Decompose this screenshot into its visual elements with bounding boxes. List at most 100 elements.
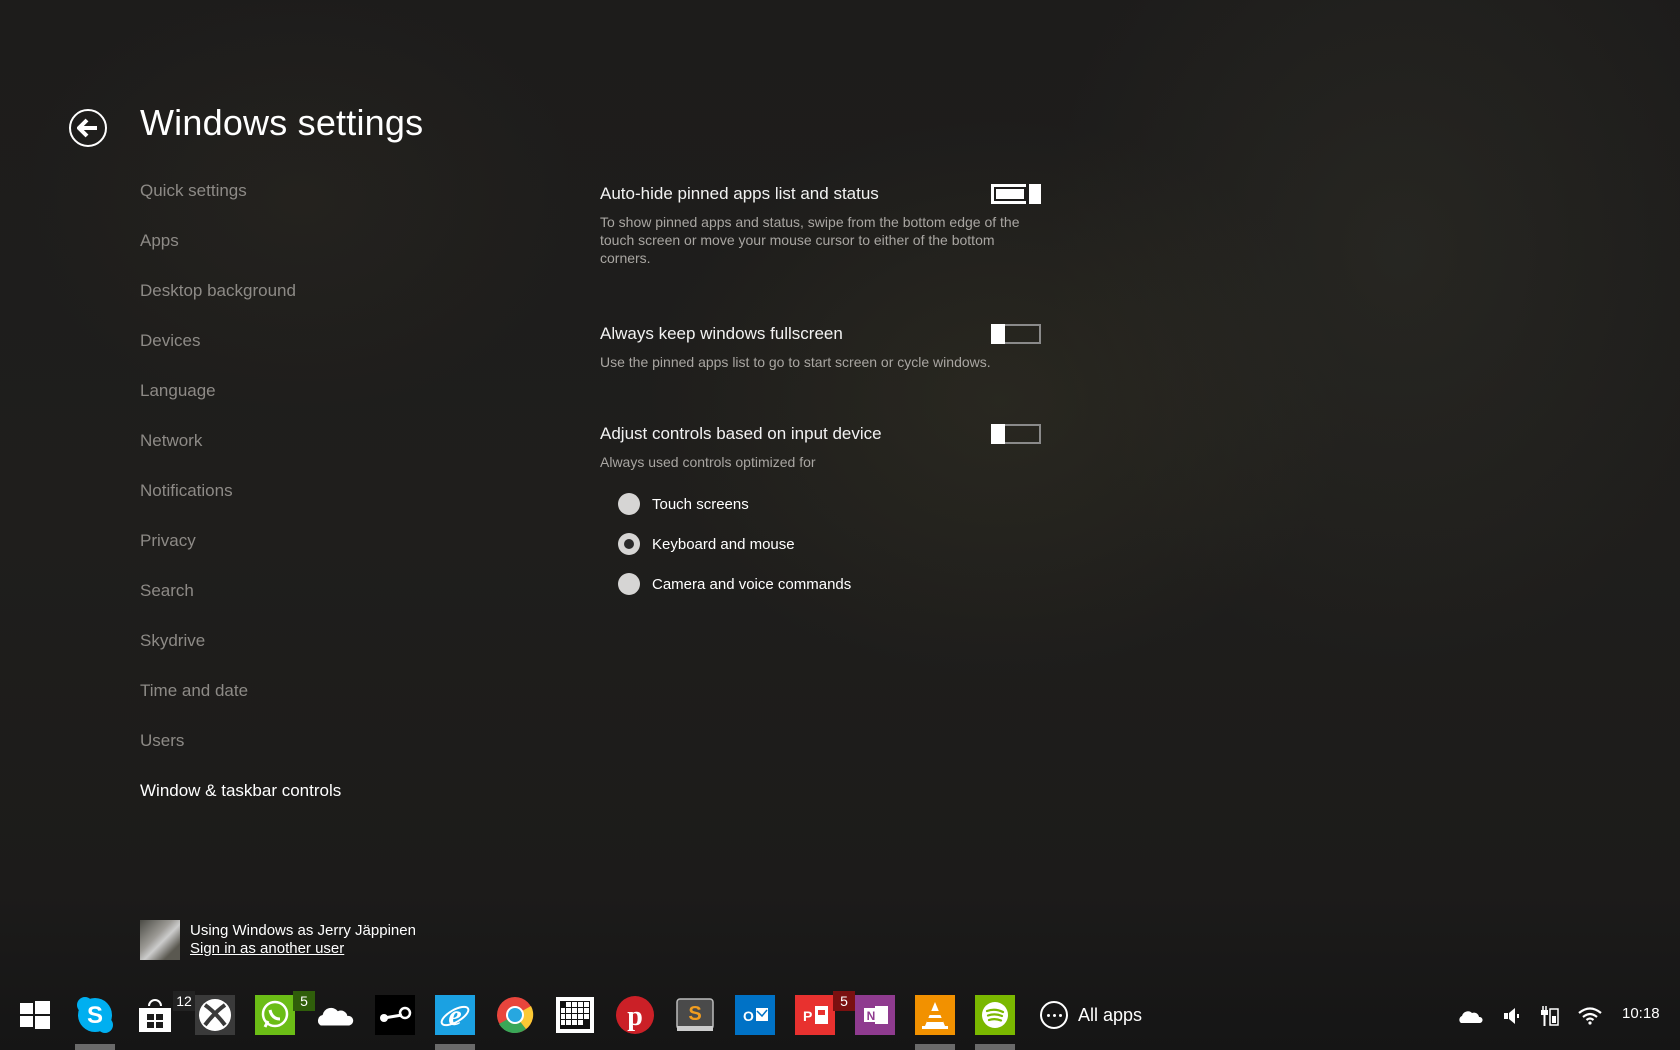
taskbar-app-chrome[interactable] <box>495 995 535 1035</box>
windows-logo-icon <box>20 1001 50 1029</box>
radio-label: Touch screens <box>652 495 749 513</box>
svg-text:P: P <box>803 1008 812 1024</box>
svg-text:S: S <box>87 1002 103 1029</box>
battery-charging-icon <box>1541 1006 1559 1026</box>
setting-description: Always used controls optimized for <box>600 454 816 470</box>
setting-label: Always keep windows fullscreen <box>600 324 843 343</box>
svg-text:O: O <box>743 1008 754 1024</box>
tray-battery[interactable] <box>1539 1001 1561 1031</box>
svg-text:N: N <box>867 1009 876 1023</box>
tray-onedrive[interactable] <box>1456 1001 1484 1031</box>
outlook-icon: O <box>743 1008 768 1024</box>
taskbar-app-skype[interactable]: S <box>75 995 115 1035</box>
taskbar-app-sublime-text[interactable]: S <box>675 995 715 1035</box>
running-indicator <box>915 1044 955 1050</box>
spotify-icon <box>982 1002 1008 1028</box>
calendar-icon <box>556 997 594 1033</box>
onenote-icon: N <box>864 1006 888 1024</box>
page-title: Windows settings <box>140 102 424 143</box>
nav-item-search[interactable]: Search <box>140 581 341 631</box>
notification-badge: 12 <box>173 991 195 1011</box>
taskbar-app-whatsapp[interactable]: 5 <box>255 991 315 1035</box>
steam-icon <box>380 1006 412 1022</box>
chrome-icon <box>497 997 534 1034</box>
tray-wifi[interactable] <box>1577 1001 1603 1031</box>
radio-button[interactable] <box>618 533 640 555</box>
sign-in-another-user-link[interactable]: Sign in as another user <box>190 940 344 957</box>
radio-keyboard-mouse[interactable]: Keyboard and mouse <box>618 533 795 555</box>
volume-icon <box>1504 1008 1519 1024</box>
adjust-controls-toggle[interactable] <box>991 424 1041 444</box>
taskbar-app-onenote[interactable]: N <box>855 995 895 1035</box>
taskbar-app-xbox[interactable] <box>195 995 235 1035</box>
running-indicator <box>975 1044 1015 1050</box>
wifi-icon <box>1578 1007 1602 1025</box>
taskbar-app-vlc[interactable] <box>915 995 955 1035</box>
vlc-icon <box>922 1002 948 1029</box>
pinterest-icon: p <box>616 996 654 1034</box>
radio-label: Keyboard and mouse <box>652 535 795 553</box>
setting-auto-hide: Auto-hide pinned apps list and status To… <box>600 184 1041 267</box>
user-panel: Using Windows as Jerry Jäppinen Sign in … <box>140 920 416 960</box>
taskbar-app-onedrive[interactable] <box>315 995 355 1035</box>
cloud-icon <box>1459 1011 1483 1023</box>
all-apps-label: All apps <box>1078 1004 1143 1025</box>
user-status: Using Windows as Jerry Jäppinen <box>190 922 416 939</box>
notification-badge: 5 <box>833 991 855 1011</box>
auto-hide-toggle[interactable] <box>991 184 1041 204</box>
sublime-icon: S <box>676 998 714 1031</box>
xbox-icon <box>199 999 231 1031</box>
taskbar-app-internet-explorer[interactable]: e <box>435 995 475 1035</box>
powerpoint-icon: P <box>803 1006 828 1024</box>
svg-text:S: S <box>688 1003 701 1025</box>
taskbar-app-calendar[interactable] <box>555 995 595 1035</box>
nav-item-window-taskbar-controls[interactable]: Window & taskbar controls <box>140 781 341 831</box>
taskbar-app-store[interactable]: 12 <box>135 991 195 1035</box>
setting-description: To show pinned apps and status, swipe fr… <box>600 214 1020 266</box>
nav-item-quick-settings[interactable]: Quick settings <box>140 181 341 231</box>
skype-icon: S <box>77 997 113 1033</box>
svg-text:p: p <box>627 1001 643 1032</box>
taskbar-app-steam[interactable] <box>375 995 415 1035</box>
taskbar-app-outlook[interactable]: O <box>735 995 775 1035</box>
back-button[interactable] <box>69 109 107 147</box>
taskbar-app-spotify[interactable] <box>975 995 1015 1035</box>
radio-button[interactable] <box>618 493 640 515</box>
radio-touch-screens[interactable]: Touch screens <box>618 493 749 515</box>
running-indicator <box>75 1044 115 1050</box>
nav-item-skydrive[interactable]: Skydrive <box>140 631 341 681</box>
setting-fullscreen: Always keep windows fullscreen Use the p… <box>600 324 1041 371</box>
taskbar-app-pinterest[interactable]: p <box>615 995 655 1035</box>
ie-icon: e <box>440 999 470 1031</box>
tray-volume[interactable] <box>1502 1001 1522 1031</box>
nav-item-privacy[interactable]: Privacy <box>140 531 341 581</box>
svg-text:e: e <box>448 999 461 1031</box>
radio-label: Camera and voice commands <box>652 575 852 593</box>
cloud-icon <box>317 1007 354 1026</box>
clock[interactable]: 10:18 <box>1622 1005 1660 1022</box>
nav-item-language[interactable]: Language <box>140 381 341 431</box>
nav-item-notifications[interactable]: Notifications <box>140 481 341 531</box>
radio-button[interactable] <box>618 573 640 595</box>
radio-camera-voice[interactable]: Camera and voice commands <box>618 573 851 595</box>
nav-item-time-and-date[interactable]: Time and date <box>140 681 341 731</box>
nav-item-devices[interactable]: Devices <box>140 331 341 381</box>
setting-adjust-controls: Adjust controls based on input device Al… <box>600 424 1041 471</box>
whatsapp-icon <box>261 1000 289 1028</box>
taskbar-app-powerpoint[interactable]: P 5 <box>795 991 855 1035</box>
store-icon <box>139 999 171 1032</box>
nav-item-desktop-background[interactable]: Desktop background <box>140 281 341 331</box>
start-button[interactable] <box>15 995 55 1035</box>
setting-description: Use the pinned apps list to go to start … <box>600 354 991 370</box>
nav-item-network[interactable]: Network <box>140 431 341 481</box>
taskbar: S 12 5 e p S O P 5 N <box>0 985 1680 1050</box>
notification-badge: 5 <box>293 991 315 1011</box>
setting-label: Adjust controls based on input device <box>600 424 882 443</box>
settings-nav: Quick settings Apps Desktop background D… <box>140 181 341 831</box>
fullscreen-toggle[interactable] <box>991 324 1041 344</box>
nav-item-users[interactable]: Users <box>140 731 341 781</box>
running-indicator <box>435 1044 475 1050</box>
all-apps-button[interactable]: All apps <box>1040 1001 1142 1029</box>
nav-item-apps[interactable]: Apps <box>140 231 341 281</box>
setting-label: Auto-hide pinned apps list and status <box>600 184 879 203</box>
